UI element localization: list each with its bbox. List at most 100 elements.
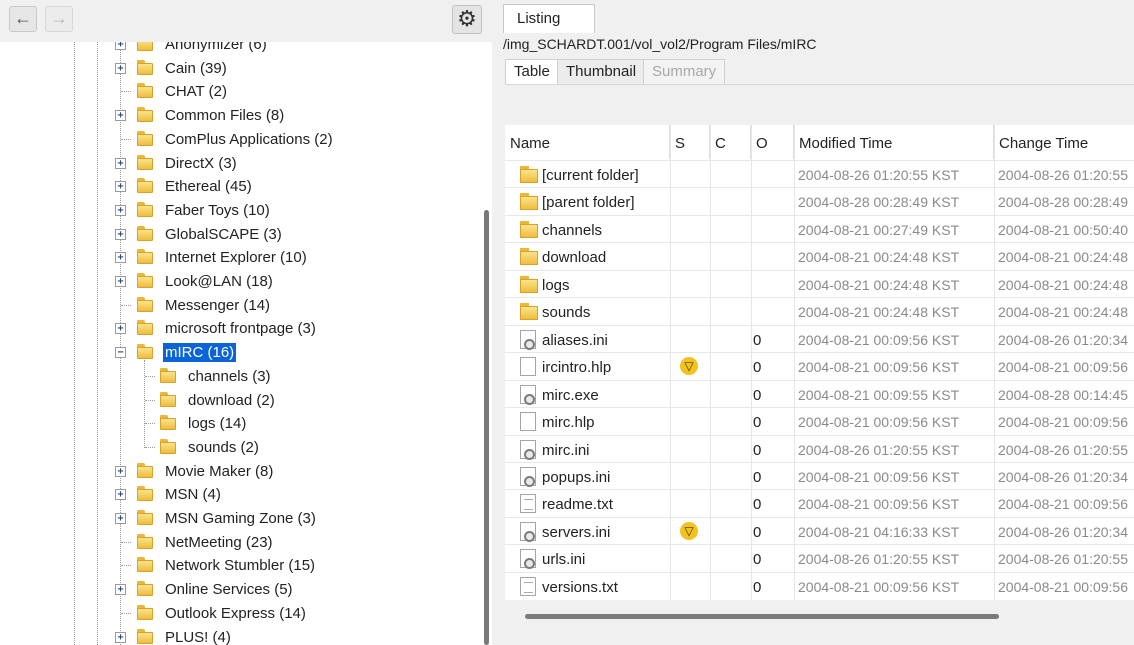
expand-icon[interactable]: + [115, 42, 126, 50]
table-row[interactable]: mirc.ini 0 2004-08-26 01:20:55 KST 2004-08-… [505, 434, 1134, 463]
tree-node[interactable]: Messenger (14) [0, 295, 476, 317]
tree-node[interactable]: + MSN Gaming Zone (3) [0, 508, 476, 530]
tree-node[interactable]: + Ethereal (45) [0, 176, 476, 198]
column-header-change-time[interactable]: Change Time [994, 125, 1134, 159]
back-button[interactable]: ← [9, 6, 37, 32]
tab-thumbnail[interactable]: Thumbnail [557, 59, 646, 85]
tree-node[interactable]: + DirectX (3) [0, 153, 476, 175]
expand-icon[interactable]: + [115, 204, 126, 216]
tree-node[interactable]: + Anonymizer (6) [0, 42, 476, 56]
expand-icon[interactable]: + [115, 489, 126, 501]
column-header-name[interactable]: Name [505, 125, 670, 159]
tree-node[interactable]: + GlobalSCAPE (3) [0, 224, 476, 246]
directory-tree[interactable]: + Anonymizer (6) + Cain (39) CHAT (2) + Common… [0, 42, 476, 645]
folder-icon [137, 225, 153, 241]
table-row[interactable]: aliases.ini 0 2004-08-21 00:09:56 KST 2004-… [505, 324, 1134, 353]
column-header-o[interactable]: O [751, 125, 794, 159]
modified-time: 2004-08-21 00:09:55 KST [798, 386, 960, 403]
tree-node-label: Network Stumbler (15) [165, 557, 316, 575]
tree-connector [121, 138, 131, 140]
change-time: 2004-08-21 00:24:48 [998, 249, 1128, 266]
expand-icon[interactable]: + [115, 157, 126, 169]
tree-node[interactable]: + Faber Toys (10) [0, 200, 476, 222]
tree-connector [145, 375, 155, 377]
tree-connector [121, 565, 131, 567]
tree-node[interactable]: CHAT (2) [0, 81, 476, 103]
table-row[interactable]: readme.txt 0 2004-08-21 00:09:56 KST 2004-0… [505, 489, 1134, 517]
forward-button[interactable]: → [45, 6, 73, 32]
table-row[interactable]: logs 2004-08-21 00:24:48 KST 2004-08-21 00… [505, 269, 1134, 298]
column-header-s[interactable]: S [670, 125, 710, 159]
tree-child-node[interactable]: logs (14) [0, 413, 476, 435]
modified-time: 2004-08-21 00:24:48 KST [798, 249, 960, 266]
tree-node[interactable]: − mIRC (16) [0, 342, 476, 364]
expand-icon[interactable]: + [115, 513, 126, 524]
expand-icon[interactable]: + [115, 228, 126, 240]
table-row[interactable]: mirc.exe 0 2004-08-21 00:09:55 KST 2004-08-… [505, 379, 1134, 408]
file-table: Name S C O Modified Time Change Time [cu… [505, 125, 1134, 600]
column-separator [794, 125, 795, 600]
tree-node[interactable]: + Cain (39) [0, 58, 476, 80]
folder-icon [137, 42, 153, 51]
tree-vertical-scrollbar[interactable] [484, 210, 489, 645]
table-row[interactable]: download 2004-08-21 00:24:48 KST 2004-08-2… [505, 242, 1134, 270]
table-row[interactable]: [current folder] 2004-08-26 01:20:55 KST 2… [505, 160, 1134, 188]
modified-time: 2004-08-21 00:24:48 KST [798, 304, 960, 321]
tree-node[interactable]: + PLUS! (4) [0, 627, 476, 645]
change-time: 2004-08-26 01:20:34 [998, 468, 1128, 485]
tree-node[interactable]: + Look@LAN (18) [0, 271, 476, 293]
column-separator [670, 125, 671, 600]
expand-icon[interactable]: + [115, 110, 126, 122]
expand-icon[interactable]: + [115, 465, 126, 477]
expand-icon[interactable]: + [115, 181, 126, 193]
table-row[interactable]: servers.ini ▽ 0 2004-08-21 04:16:33 KST 2004… [505, 516, 1134, 545]
tree-child-node[interactable]: sounds (2) [0, 437, 476, 459]
tab-listing[interactable]: Listing [503, 4, 595, 33]
tree-node[interactable]: + Online Services (5) [0, 579, 476, 601]
table-row[interactable]: popups.ini 0 2004-08-21 00:09:56 KST 2004-0… [505, 461, 1134, 490]
table-row[interactable]: channels 2004-08-21 00:27:49 KST 2004-08-2… [505, 214, 1134, 243]
tree-node-label: Anonymizer (6) [165, 42, 267, 53]
tree-node[interactable]: + microsoft frontpage (3) [0, 318, 476, 340]
table-horizontal-scrollbar[interactable] [525, 614, 999, 619]
tab-table[interactable]: Table [505, 59, 559, 85]
expand-icon[interactable]: + [115, 62, 126, 74]
file-name: download [542, 249, 607, 267]
settings-button[interactable]: ⚙ [452, 5, 482, 34]
expand-icon[interactable]: + [115, 276, 126, 287]
tree-node[interactable]: + Movie Maker (8) [0, 461, 476, 483]
tree-node[interactable]: NetMeeting (23) [0, 532, 476, 554]
collapse-icon[interactable]: − [115, 347, 126, 359]
tab-summary[interactable]: Summary [643, 59, 726, 85]
tree-connector [121, 91, 131, 93]
column-header-c[interactable]: C [710, 125, 751, 159]
change-time: 2004-08-28 00:14:45 [998, 386, 1128, 403]
expand-icon[interactable]: + [115, 252, 126, 264]
current-path: /img_SCHARDT.001/vol_vol2/Program Files/… [503, 36, 817, 52]
table-row[interactable]: versions.txt 0 2004-08-21 00:09:56 KST 2004… [505, 571, 1134, 600]
tab-listing-label: Listing [517, 10, 561, 27]
modified-time: 2004-08-21 00:09:56 KST [798, 578, 960, 595]
table-row[interactable]: mirc.hlp 0 2004-08-21 00:09:56 KST 2004-08-… [505, 407, 1134, 435]
expand-icon[interactable]: + [115, 584, 126, 596]
folder-icon [137, 320, 153, 336]
table-row[interactable]: [parent folder] 2004-08-28 00:28:49 KST 20… [505, 187, 1134, 215]
expand-icon[interactable]: + [115, 631, 126, 643]
tree-node[interactable]: Network Stumbler (15) [0, 555, 476, 577]
modified-time: 2004-08-21 00:24:48 KST [798, 276, 960, 293]
tree-node-label: Faber Toys (10) [165, 201, 270, 219]
tree-child-node[interactable]: download (2) [0, 390, 476, 412]
tree-node[interactable]: + Internet Explorer (10) [0, 247, 476, 269]
expand-icon[interactable]: + [115, 323, 126, 335]
tree-node[interactable]: + Common Files (8) [0, 105, 476, 127]
table-row[interactable]: ircintro.hlp ▽ 0 2004-08-21 00:09:56 KST 200… [505, 352, 1134, 380]
tree-node[interactable]: + MSN (4) [0, 484, 476, 506]
tree-node[interactable]: Outlook Express (14) [0, 603, 476, 625]
table-row[interactable]: urls.ini 0 2004-08-26 01:20:55 KST 2004-08-… [505, 544, 1134, 572]
modified-time: 2004-08-26 01:20:55 KST [798, 441, 960, 458]
column-header-modified-time[interactable]: Modified Time [794, 125, 994, 159]
tree-child-node[interactable]: channels (3) [0, 366, 476, 388]
file-o-value: 0 [753, 523, 762, 541]
table-row[interactable]: sounds 2004-08-21 00:24:48 KST 2004-08-21 … [505, 297, 1134, 325]
tree-node[interactable]: ComPlus Applications (2) [0, 129, 476, 151]
